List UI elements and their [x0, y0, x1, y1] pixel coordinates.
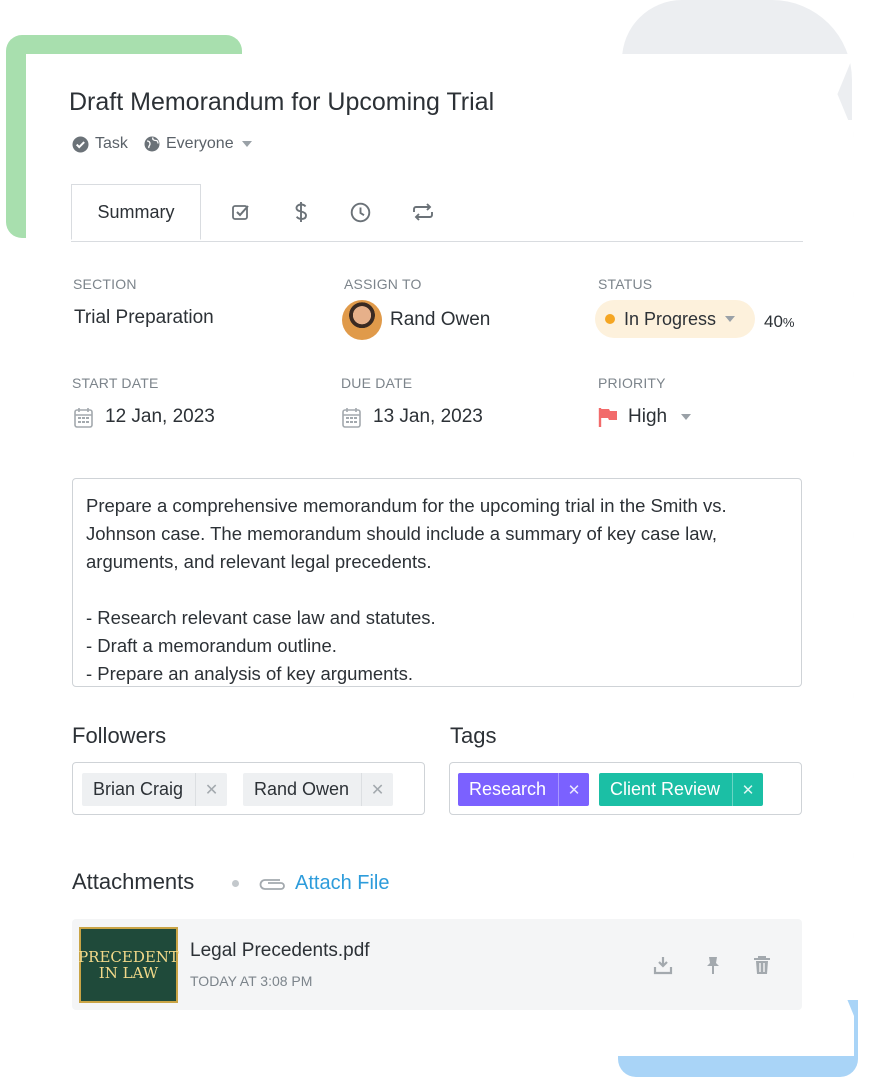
followers-heading: Followers — [72, 723, 167, 748]
tab-billing[interactable] — [289, 200, 313, 224]
section-label: SECTION — [73, 276, 137, 292]
close-icon[interactable]: ✕ — [195, 773, 227, 806]
assignee-name: Rand Owen — [390, 309, 491, 330]
tag-label: Research — [469, 779, 547, 799]
description-line: - Prepare an analysis of key arguments. — [86, 663, 413, 684]
tag-label: Client Review — [610, 779, 721, 799]
attachment-name[interactable]: Legal Precedents.pdf — [190, 940, 370, 962]
tags-heading: Tags — [450, 723, 497, 748]
flag-icon — [598, 408, 617, 427]
attach-file-button[interactable]: Attach File — [258, 872, 389, 895]
trash-icon[interactable] — [752, 955, 772, 975]
checklist-icon — [232, 205, 249, 220]
close-icon[interactable]: ✕ — [361, 773, 393, 806]
description-line: Prepare a comprehensive memorandum for t… — [86, 495, 727, 516]
visibility-label: Everyone — [166, 135, 234, 152]
status-label: STATUS — [598, 276, 653, 292]
status-dropdown[interactable]: In Progress — [595, 300, 755, 338]
priority-label: PRIORITY — [598, 375, 666, 391]
attach-file-label: Attach File — [295, 872, 390, 894]
close-icon[interactable]: ✕ — [732, 773, 763, 806]
pin-icon[interactable] — [703, 955, 723, 975]
due-date-value: 13 Jan, 2023 — [373, 406, 483, 427]
chevron-down-icon — [681, 414, 692, 420]
tab-checklist[interactable] — [229, 200, 253, 224]
download-icon[interactable] — [653, 955, 673, 975]
avatar — [342, 300, 382, 340]
progress-percent: 40% — [764, 312, 794, 332]
priority-value: High — [628, 406, 668, 427]
follower-name: Brian Craig — [93, 779, 184, 799]
progress-value: 40 — [764, 312, 783, 331]
calendar-icon — [342, 407, 361, 428]
tag-chip: Client Review ✕ — [599, 773, 764, 806]
description-line: - Research relevant case law and statute… — [86, 607, 436, 628]
task-title: Draft Memorandum for Upcoming Trial — [69, 88, 495, 116]
start-date-label: START DATE — [72, 375, 159, 391]
task-type[interactable]: Task — [72, 135, 128, 153]
description-textarea[interactable]: Prepare a comprehensive memorandum for t… — [72, 478, 802, 687]
description-line — [86, 576, 788, 604]
chevron-down-icon — [241, 141, 252, 147]
start-date-value: 12 Jan, 2023 — [105, 406, 215, 427]
follower-name: Rand Owen — [254, 779, 350, 799]
assign-label: ASSIGN TO — [344, 276, 422, 292]
attachment-time: TODAY AT 3:08 PM — [190, 973, 313, 989]
tab-summary[interactable]: Summary — [71, 184, 201, 240]
status-dot-icon — [605, 314, 615, 324]
priority-dropdown[interactable]: High — [598, 406, 692, 428]
tags-field[interactable]: Research ✕ Client Review ✕ — [449, 762, 802, 815]
attachment-thumbnail: PRECEDENT IN LAW — [78, 927, 179, 1003]
separator-dot — [232, 880, 239, 887]
tab-time[interactable] — [348, 200, 372, 224]
task-type-label: Task — [95, 135, 128, 152]
description-line: Johnson case. The memorandum should incl… — [86, 523, 718, 544]
clock-icon — [350, 202, 370, 222]
follower-chip: Brian Craig ✕ — [82, 773, 228, 806]
repeat-icon — [413, 203, 433, 221]
section-value[interactable]: Trial Preparation — [74, 307, 214, 329]
tab-summary-label: Summary — [97, 201, 175, 222]
followers-field[interactable]: Brian Craig ✕ Rand Owen ✕ — [72, 762, 425, 815]
description-line: arguments, and relevant legal precedents… — [86, 551, 432, 572]
status-value: In Progress — [624, 308, 717, 329]
attachments-heading: Attachments — [72, 869, 195, 894]
check-circle-icon — [72, 136, 89, 152]
thumbnail-text: PRECEDENT IN LAW — [78, 948, 179, 982]
visibility-dropdown[interactable]: Everyone — [144, 135, 252, 153]
paperclip-icon — [259, 878, 285, 890]
chevron-down-icon — [725, 316, 736, 322]
tab-bar: Summary — [71, 184, 803, 242]
due-date-label: DUE DATE — [341, 375, 413, 391]
description-line: - Draft a memorandum outline. — [86, 635, 337, 656]
attachment-row[interactable]: PRECEDENT IN LAW Legal Precedents.pdf TO… — [72, 919, 802, 1010]
tag-chip: Research ✕ — [458, 773, 590, 806]
dollar-icon — [295, 202, 307, 222]
due-date-field[interactable]: 13 Jan, 2023 — [342, 406, 483, 428]
close-icon[interactable]: ✕ — [558, 773, 589, 806]
assignee[interactable]: Rand Owen — [342, 300, 490, 340]
follower-chip: Rand Owen ✕ — [243, 773, 394, 806]
calendar-icon — [74, 407, 93, 428]
start-date-field[interactable]: 12 Jan, 2023 — [74, 406, 215, 428]
globe-icon — [144, 136, 160, 152]
tab-recurrence[interactable] — [411, 200, 435, 224]
progress-unit: % — [782, 315, 795, 330]
